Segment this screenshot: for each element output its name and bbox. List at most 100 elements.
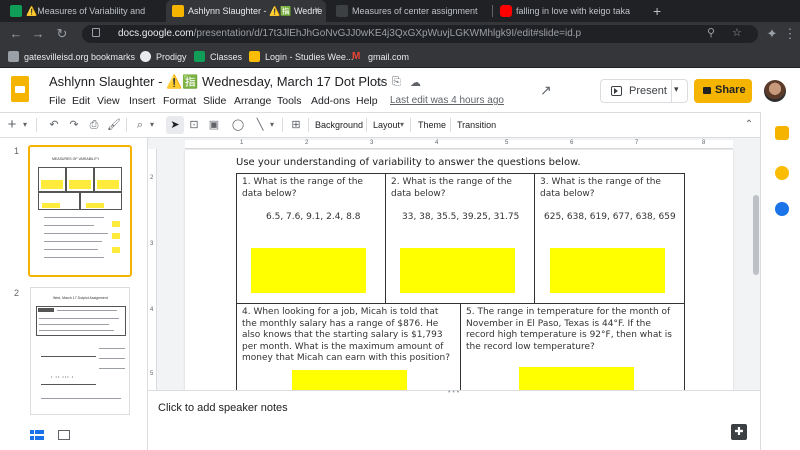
document-title[interactable]: Ashlynn Slaughter - ⚠️🈯 Wednesday, March… [49, 74, 387, 90]
line-icon[interactable]: ╲ [252, 116, 268, 134]
ruler-tick: 5 [150, 371, 154, 377]
layout-chevron-icon[interactable]: ▾ [398, 116, 406, 134]
activity-dashboard-icon[interactable]: ↗ [540, 82, 552, 99]
keep-icon[interactable] [775, 166, 789, 180]
horizontal-ruler[interactable]: 1 2 3 4 5 6 7 8 [185, 140, 733, 149]
present-button[interactable]: Present ▾ [600, 79, 688, 103]
thumbnail-header [38, 308, 54, 312]
reload-icon[interactable]: ↻ [54, 26, 70, 42]
answer-box[interactable] [251, 248, 366, 293]
comment-icon[interactable]: ⊞ [288, 116, 304, 134]
url-text[interactable]: docs.google.com/presentation/d/17t3JlEhJ… [118, 22, 581, 46]
forward-arrow-icon[interactable]: → [30, 26, 46, 42]
browser-menu-icon[interactable]: ⋮ [782, 26, 798, 42]
thumbnail-line [39, 330, 114, 331]
thumbnail-highlight [42, 203, 60, 208]
shape-icon[interactable]: ◯ [230, 116, 246, 134]
slide-thumbnail-2[interactable]: Wed, March 17 Dotplot Assignment • •• ••… [30, 287, 130, 415]
redo-icon[interactable]: ↷ [66, 116, 82, 134]
share-button[interactable]: Share [694, 79, 752, 103]
slide-instruction[interactable]: Use your understanding of variability to… [236, 157, 581, 168]
answer-box[interactable] [519, 367, 634, 390]
print-icon[interactable]: ⎙ [86, 116, 102, 134]
bookmark-link[interactable]: Login - Studies Wee... [249, 46, 353, 68]
zoom-icon[interactable]: ⌕ [132, 116, 148, 134]
move-folder-icon[interactable]: ⎘ [392, 76, 401, 89]
new-slide-chevron-icon[interactable]: ▾ [20, 116, 30, 134]
menu-edit[interactable]: Edit [72, 95, 90, 107]
image-icon[interactable]: ▣ [206, 116, 222, 134]
line-chevron-icon[interactable]: ▾ [268, 116, 276, 134]
toolbar-divider [410, 118, 411, 132]
thumbnail-line [44, 257, 104, 258]
collapse-toolbar-icon[interactable]: ⌃ [742, 116, 756, 134]
calendar-icon[interactable] [775, 126, 789, 140]
account-avatar[interactable] [764, 80, 786, 102]
new-slide-icon[interactable]: + [4, 116, 20, 134]
menu-slide[interactable]: Slide [203, 95, 226, 107]
undo-icon[interactable]: ↶ [46, 116, 62, 134]
ruler-tick: 3 [150, 241, 154, 247]
tasks-icon[interactable] [775, 202, 789, 216]
question-data: 33, 38, 35.5, 39.25, 31.75 [402, 212, 520, 222]
star-icon[interactable]: ☆ [375, 76, 385, 89]
ruler-tick: 2 [150, 175, 154, 181]
bookmark-star-icon[interactable]: ☆ [732, 26, 742, 39]
menu-insert[interactable]: Insert [129, 95, 155, 107]
browser-tab[interactable]: Measures of center assignment [330, 0, 490, 22]
browser-tab[interactable]: falling in love with keigo taka [494, 0, 644, 22]
layout-button[interactable]: Layout [373, 116, 400, 134]
slides-logo-icon[interactable] [11, 76, 29, 102]
filmstrip-view-icon[interactable] [30, 430, 44, 440]
last-edit-link[interactable]: Last edit was 4 hours ago [390, 95, 504, 106]
bookmark-link[interactable]: M gmail.com [352, 46, 409, 68]
bookmark-link[interactable]: Classes [194, 46, 242, 68]
slide-thumbnail-1[interactable]: MEASURES OF VARIABILITY [28, 145, 132, 277]
cloud-status-icon[interactable]: ☁ [410, 76, 421, 89]
browser-tab-active[interactable]: Ashlynn Slaughter - ⚠️🈯 Wedne × [166, 0, 326, 22]
answer-box[interactable] [400, 248, 515, 293]
explore-icon[interactable]: ✚ [731, 424, 747, 440]
chevron-down-icon[interactable]: ▾ [674, 84, 679, 95]
menu-file[interactable]: File [49, 95, 66, 107]
menu-tools[interactable]: Tools [277, 95, 302, 107]
speaker-notes-panel[interactable] [148, 390, 760, 450]
resize-handle-icon[interactable]: • • • [448, 389, 459, 396]
folder-icon [8, 51, 19, 62]
lock-icon[interactable] [92, 28, 100, 37]
menu-addons[interactable]: Add-ons [311, 95, 350, 107]
browser-tab[interactable]: ⚠️Measures of Variability and [4, 0, 162, 22]
youtube-favicon-icon [500, 5, 512, 17]
text-box-icon[interactable]: ⊡ [186, 116, 202, 134]
menu-arrange[interactable]: Arrange [234, 95, 271, 107]
scrollbar-thumb[interactable] [753, 195, 759, 275]
toolbar-divider [36, 118, 37, 132]
bookmark-link[interactable]: Prodigy [140, 46, 187, 68]
speaker-notes-placeholder[interactable]: Click to add speaker notes [158, 402, 288, 414]
thumbnail-line [99, 358, 125, 359]
ruler-tick: 4 [150, 307, 154, 313]
close-tab-icon[interactable]: × [314, 0, 320, 22]
ruler-tick: 6 [570, 140, 574, 146]
vertical-ruler[interactable]: 2 3 4 5 [148, 149, 157, 390]
ruler-tick: 3 [370, 140, 374, 146]
new-tab-button[interactable]: + [648, 0, 668, 22]
bookmark-folder[interactable]: gatesvilleisd.org bookmarks [8, 46, 135, 68]
location-icon[interactable]: ⚲ [707, 26, 715, 39]
menu-format[interactable]: Format [163, 95, 196, 107]
transition-button[interactable]: Transition [457, 116, 496, 134]
thumbnail-line [41, 398, 121, 399]
answer-box[interactable] [292, 370, 407, 390]
paint-format-icon[interactable]: 🖌 [106, 116, 122, 134]
grid-view-icon[interactable] [58, 430, 70, 440]
background-button[interactable]: Background [315, 116, 363, 134]
menu-view[interactable]: View [97, 95, 120, 107]
menu-help[interactable]: Help [356, 95, 378, 107]
answer-box[interactable] [550, 248, 665, 293]
zoom-chevron-icon[interactable]: ▾ [148, 116, 156, 134]
thumbnail-axis [41, 356, 96, 357]
extensions-icon[interactable]: ✦ [764, 26, 780, 42]
back-arrow-icon[interactable]: ← [8, 26, 24, 42]
thumbnail-highlight [112, 221, 120, 227]
theme-button[interactable]: Theme [418, 116, 446, 134]
